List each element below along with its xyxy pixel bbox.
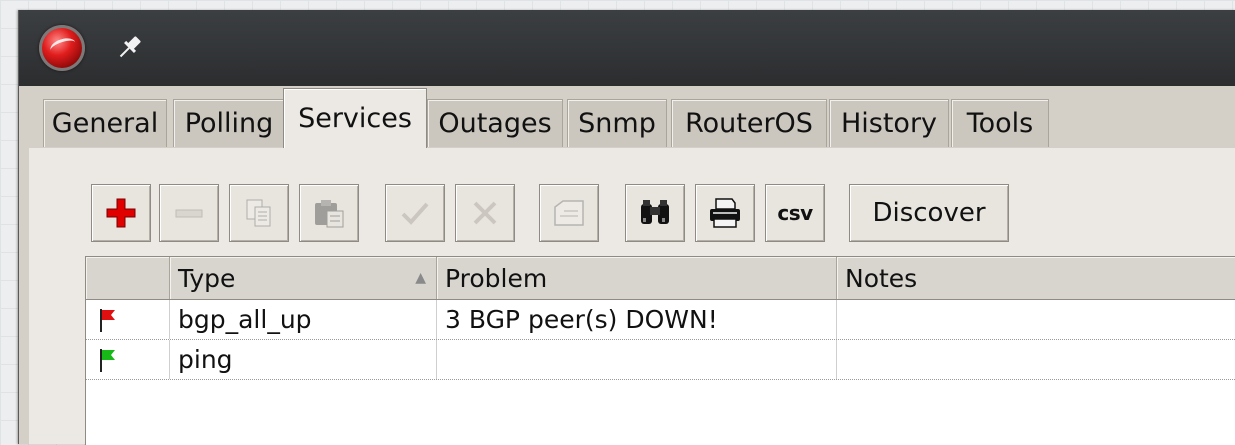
comment-button[interactable]	[539, 184, 599, 242]
column-header-notes[interactable]: Notes	[837, 257, 1235, 299]
print-button[interactable]	[695, 184, 755, 242]
tab-services[interactable]: Services	[283, 88, 427, 148]
app-logo-icon[interactable]	[39, 25, 85, 71]
copy-button[interactable]	[229, 184, 289, 242]
enable-button[interactable]	[385, 184, 445, 242]
tab-outages[interactable]: Outages	[427, 99, 563, 147]
problem-cell	[437, 340, 837, 379]
column-header-problem[interactable]: Problem	[437, 257, 837, 299]
add-button[interactable]	[91, 184, 151, 242]
discover-label: Discover	[872, 198, 986, 228]
services-panel: csv Discover Type ▲ Problem Notes bgp_al…	[29, 148, 1235, 445]
discover-button[interactable]: Discover	[849, 184, 1009, 242]
paste-button[interactable]	[299, 184, 359, 242]
tab-snmp[interactable]: Snmp	[567, 99, 667, 147]
service-window: General Polling Services Outages Snmp Ro…	[18, 10, 1235, 445]
copy-icon	[246, 199, 271, 227]
type-cell: bgp_all_up	[170, 300, 437, 339]
title-bar	[19, 10, 1235, 86]
column-header-type[interactable]: Type ▲	[170, 257, 437, 299]
printer-icon	[710, 198, 740, 228]
tab-tools[interactable]: Tools	[951, 99, 1049, 147]
notes-cell	[837, 300, 1235, 339]
table-row[interactable]: bgp_all_up 3 BGP peer(s) DOWN!	[86, 300, 1235, 340]
notes-cell	[837, 340, 1235, 379]
red-flag-icon	[100, 309, 115, 332]
cross-icon	[473, 201, 497, 225]
tab-polling[interactable]: Polling	[173, 99, 285, 147]
column-header-type-label: Type	[178, 263, 236, 293]
minus-icon	[175, 209, 203, 218]
column-header-status[interactable]	[86, 257, 170, 299]
csv-label: csv	[777, 201, 813, 225]
plus-icon	[106, 198, 136, 228]
sort-ascending-icon: ▲	[415, 270, 426, 286]
paste-icon	[315, 200, 344, 228]
table-row[interactable]: ping	[86, 340, 1235, 380]
problem-cell: 3 BGP peer(s) DOWN!	[437, 300, 837, 339]
type-cell: ping	[170, 340, 437, 379]
tab-bar: General Polling Services Outages Snmp Ro…	[29, 88, 1235, 149]
comment-icon	[554, 200, 584, 226]
tab-general[interactable]: General	[43, 99, 167, 147]
remove-button[interactable]	[159, 184, 219, 242]
services-table: Type ▲ Problem Notes bgp_all_up 3 BGP pe…	[85, 256, 1235, 445]
status-cell	[86, 340, 170, 379]
table-header: Type ▲ Problem Notes	[86, 257, 1235, 300]
tab-routeros[interactable]: RouterOS	[671, 99, 827, 147]
check-icon	[401, 202, 429, 225]
tab-history[interactable]: History	[829, 99, 949, 147]
green-flag-icon	[100, 349, 115, 372]
pin-icon[interactable]	[113, 32, 145, 64]
binoculars-icon	[641, 200, 669, 224]
status-cell	[86, 300, 170, 339]
export-csv-button[interactable]: csv	[765, 184, 825, 242]
find-button[interactable]	[625, 184, 685, 242]
disable-button[interactable]	[455, 184, 515, 242]
